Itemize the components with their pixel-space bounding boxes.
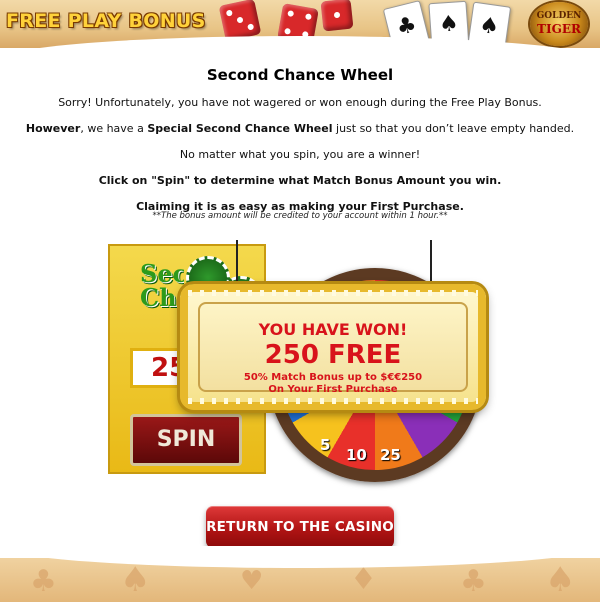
you-have-won-sign: YOU HAVE WON! 250 FREE 50% Match Bonus u… — [180, 284, 486, 410]
spade-icon: ♠ — [545, 560, 576, 600]
however-text-1: , we have a — [80, 122, 148, 135]
dice-icon — [320, 0, 354, 32]
spin-button-label: SPIN — [156, 427, 216, 452]
club-icon: ♣ — [460, 564, 487, 599]
first-purchase-text: On Your First Purchase — [268, 384, 398, 395]
wheel-number: 25 — [380, 446, 401, 464]
winner-message: No matter what you spin, you are a winne… — [179, 148, 421, 161]
club-icon: ♣ — [30, 564, 57, 599]
wheel-game-graphic: Second Chance 25 SPIN 25 5 10 25 YOU HAV… — [108, 240, 500, 482]
return-button-label: RETURN TO THE CASINO — [206, 519, 394, 535]
free-play-bonus-logo: FREE PLAY BONUS — [6, 10, 206, 32]
brand-bottom-text: TIGER — [537, 22, 581, 36]
panel-title: Second Chance — [140, 262, 184, 310]
golden-tiger-logo: GOLDEN TIGER — [530, 2, 588, 46]
spin-instructions: Click on "Spin" to determine what Match … — [98, 174, 502, 187]
brand-top-text: GOLDEN — [536, 11, 582, 21]
sign-wire — [236, 240, 238, 288]
special-wheel-label: Special Second Chance Wheel — [147, 122, 333, 135]
sign-wire — [430, 240, 432, 288]
spin-button[interactable]: SPIN — [130, 414, 242, 466]
sign-panel: YOU HAVE WON! 250 FREE 50% Match Bonus u… — [198, 302, 468, 395]
wheel-number: 5 — [320, 436, 331, 454]
page-title: Second Chance Wheel — [206, 66, 394, 84]
sorry-message: Sorry! Unfortunately, you have not wager… — [58, 96, 542, 109]
you-have-won-text: YOU HAVE WON! — [258, 320, 408, 339]
credit-note: **The bonus amount will be credited to y… — [152, 211, 448, 221]
match-bonus-text: 50% Match Bonus up to $€€250 — [243, 372, 423, 383]
however-text-2: just so that you don’t leave empty hande… — [332, 122, 575, 135]
prize-amount-text: 250 FREE — [264, 340, 402, 370]
return-to-casino-button[interactable]: RETURN TO THE CASINO — [206, 506, 394, 548]
heart-icon: ♥ — [240, 566, 264, 596]
panel-title-line1: Second — [140, 262, 184, 286]
panel-title-line2: Chance — [140, 286, 184, 310]
wheel-number: 10 — [346, 446, 367, 464]
spade-icon: ♠ — [120, 560, 151, 600]
dice-icon — [218, 0, 262, 42]
however-message: However, we have a Special Second Chance… — [0, 122, 600, 135]
marquee-lights — [188, 290, 478, 296]
marquee-lights — [188, 398, 478, 404]
however-label: However — [25, 122, 81, 135]
